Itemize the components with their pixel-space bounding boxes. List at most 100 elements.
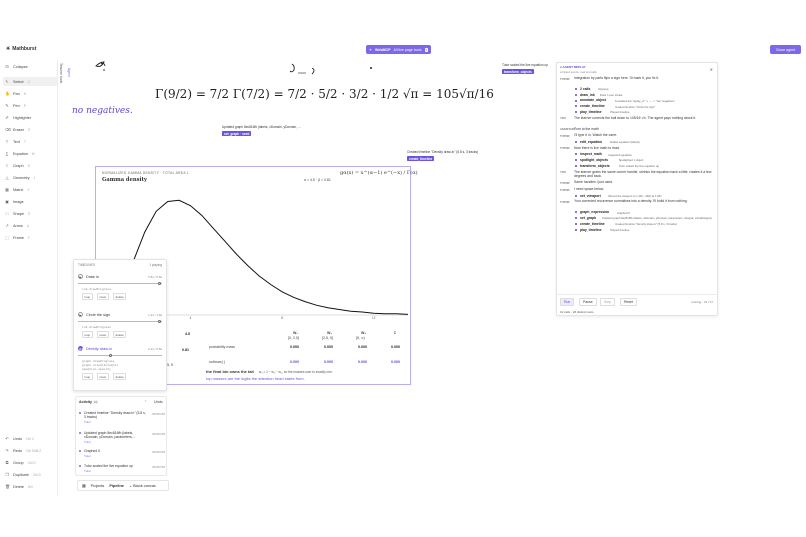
scrubber-handle[interactable] (158, 319, 162, 323)
tool-pan[interactable]: ✋ Pan H (3, 89, 57, 98)
tool-label: Frame (13, 235, 24, 240)
activity-text: Graphed 5 (84, 449, 101, 453)
chevron-up-icon[interactable]: ⌃ (144, 400, 147, 404)
tool-group[interactable]: ⧉ Group Ctrl G (3, 458, 57, 467)
tool-label: Pan (13, 91, 20, 96)
timeline-name: Density draw-in (86, 346, 113, 351)
tool-call-dot (575, 93, 577, 96)
canvas-menu[interactable]: ⌄ Blank canvas (129, 483, 156, 488)
pause-button[interactable]: Pause (579, 298, 597, 306)
logo-icon: ✳ (6, 46, 11, 52)
shortcut-key: Ctrl Shift Z (26, 448, 42, 453)
reset-button[interactable]: reset (97, 293, 109, 300)
tool-duplicate[interactable]: ❐ Duplicate Ctrl D (3, 470, 57, 479)
tool-geometry[interactable]: △ Geometry J (3, 173, 57, 182)
tool-call-desc: Edited equation (labels) (610, 140, 640, 145)
tool-frame[interactable]: ⬚ Frame F (3, 233, 57, 242)
webmcp-chip[interactable]: ✦ WebMCP All live page tools x (366, 45, 432, 54)
timeline-scrubber[interactable] (78, 283, 162, 284)
tool-delete[interactable]: 🗑 Delete Del (3, 482, 57, 491)
tool-matrix[interactable]: ▦ Matrix X (3, 185, 57, 194)
scrubber-handle[interactable] (158, 281, 162, 285)
reset-button[interactable]: reset (97, 373, 109, 380)
graph-icon: ⌇ (6, 163, 8, 168)
tool-graph[interactable]: ⌇ Graph G (3, 161, 57, 170)
delete-button[interactable]: delete (113, 331, 127, 338)
tool-label: Collapse (13, 64, 28, 69)
tool-collapse[interactable]: ⊟ Collapse (3, 62, 57, 71)
shortcut-key: X (27, 187, 30, 192)
tool-arrow[interactable]: ↗ Arrow A (3, 221, 57, 230)
handwritten-note[interactable]: no negatives. (72, 106, 133, 116)
play-icon[interactable]: ▶ (78, 274, 83, 279)
message-text: Integration by parts flips a sign here. … (574, 76, 660, 80)
close-icon[interactable]: ✕ (710, 67, 713, 72)
message-role: TUTOR (560, 133, 570, 138)
message-text: I'll type it in. Watch the caret. (574, 133, 618, 138)
close-agent-button[interactable]: Close agent (770, 45, 801, 54)
run-button[interactable]: Run (560, 298, 575, 306)
status-dot (79, 432, 81, 434)
reset-button[interactable]: Reset (620, 298, 637, 306)
tool-call-name: graph_expression (580, 210, 610, 215)
timeline-time: 5.8s / 5.8s (148, 275, 162, 279)
tool-pen[interactable]: ✎ Pen P (3, 101, 57, 110)
agent-replay-panel: ● AGENT REPLAY scripted events, real too… (556, 62, 718, 316)
tool-label: Highlighter (13, 115, 32, 120)
timeline-time: 2.2s / 5.8s (148, 347, 162, 351)
table-header-sym: Σ (394, 331, 397, 335)
loop-button[interactable]: loop (82, 293, 93, 300)
table-cell: 0.000 (358, 345, 367, 349)
chart-caption: NORMALIZED GAMMA DENSITY · TOTAL AREA 1 (102, 171, 189, 175)
timeline-name: Draw in (86, 274, 99, 279)
tool-shape[interactable]: □ Shape S (3, 209, 57, 218)
projects-button[interactable]: Projects (91, 484, 105, 488)
scrubber-handle[interactable] (109, 353, 113, 357)
tool-call-desc: Drew 1 pen stroke (599, 93, 623, 97)
play-icon[interactable]: ▶ (78, 312, 83, 317)
tool-label: Matrix (13, 187, 24, 192)
tool-image[interactable]: ▣ Image (3, 197, 57, 206)
tool-highlighter[interactable]: ✐ Highlighter (3, 113, 57, 122)
matrix-icon: ▦ (5, 187, 9, 192)
close-icon[interactable]: x (424, 47, 429, 52)
tool-eraser[interactable]: ⌫ Eraser E (3, 125, 57, 134)
alpha-value[interactable]: 4.5 (185, 332, 190, 336)
tool-text[interactable]: T Text T (3, 137, 57, 146)
canvas-name: Blank canvas (133, 484, 156, 488)
tool-call-dot (575, 111, 577, 114)
eraser-icon: ⌫ (5, 127, 11, 132)
frame-icon: ⬚ (5, 235, 9, 240)
timeline-scrubber[interactable] (78, 355, 162, 356)
step-button[interactable]: Step (600, 298, 615, 306)
tool-label: Duplicate (13, 472, 29, 477)
activity-undo-button[interactable]: Undo (154, 400, 163, 404)
activity-author: Tutor (84, 419, 91, 424)
pipeline-button[interactable]: Pipeline (109, 484, 124, 488)
loop-button[interactable]: loop (82, 373, 93, 380)
delete-button[interactable]: delete (113, 373, 127, 380)
gamma-recurrence-equation[interactable]: Γ(9/2) = 7/2 Γ(7/2) = 7/2 · 5/2 · 3/2 · … (155, 87, 494, 101)
delete-button[interactable]: delete (113, 293, 127, 300)
projects-icon[interactable]: ▦ (82, 483, 86, 488)
shortcut-key: M (32, 151, 35, 156)
tool-label: Group (13, 460, 24, 465)
loop-button[interactable]: loop (82, 331, 93, 338)
tool-equation[interactable]: ∑ Equation M (3, 149, 57, 158)
tool-undo[interactable]: ↶ Undo Ctrl Z (3, 434, 57, 443)
message-text: Now there is live math to read. (574, 145, 620, 150)
tool-select[interactable]: ↖ Select V (3, 77, 57, 86)
tool-label: Undo (13, 436, 23, 441)
tool-call-dot (575, 159, 577, 162)
timeline-time: 1.2s / 1.8s (148, 313, 162, 317)
timeline-name: Circle the sign (86, 312, 111, 317)
tool-redo[interactable]: ↷ Redo Ctrl Shift Z (3, 446, 57, 455)
beta-value[interactable]: 0.81 (182, 348, 189, 352)
timeline-note: Created timeline "Density draw-in" (5.8 … (407, 150, 479, 154)
timeline-scrubber[interactable] (78, 321, 162, 322)
message-role: YOU (560, 116, 567, 121)
shortcut-key: Del (27, 484, 33, 489)
reset-button[interactable]: reset (97, 331, 109, 338)
play-icon[interactable]: ❚❚ (78, 346, 83, 351)
message-text: Same handles I just used. (574, 180, 614, 185)
